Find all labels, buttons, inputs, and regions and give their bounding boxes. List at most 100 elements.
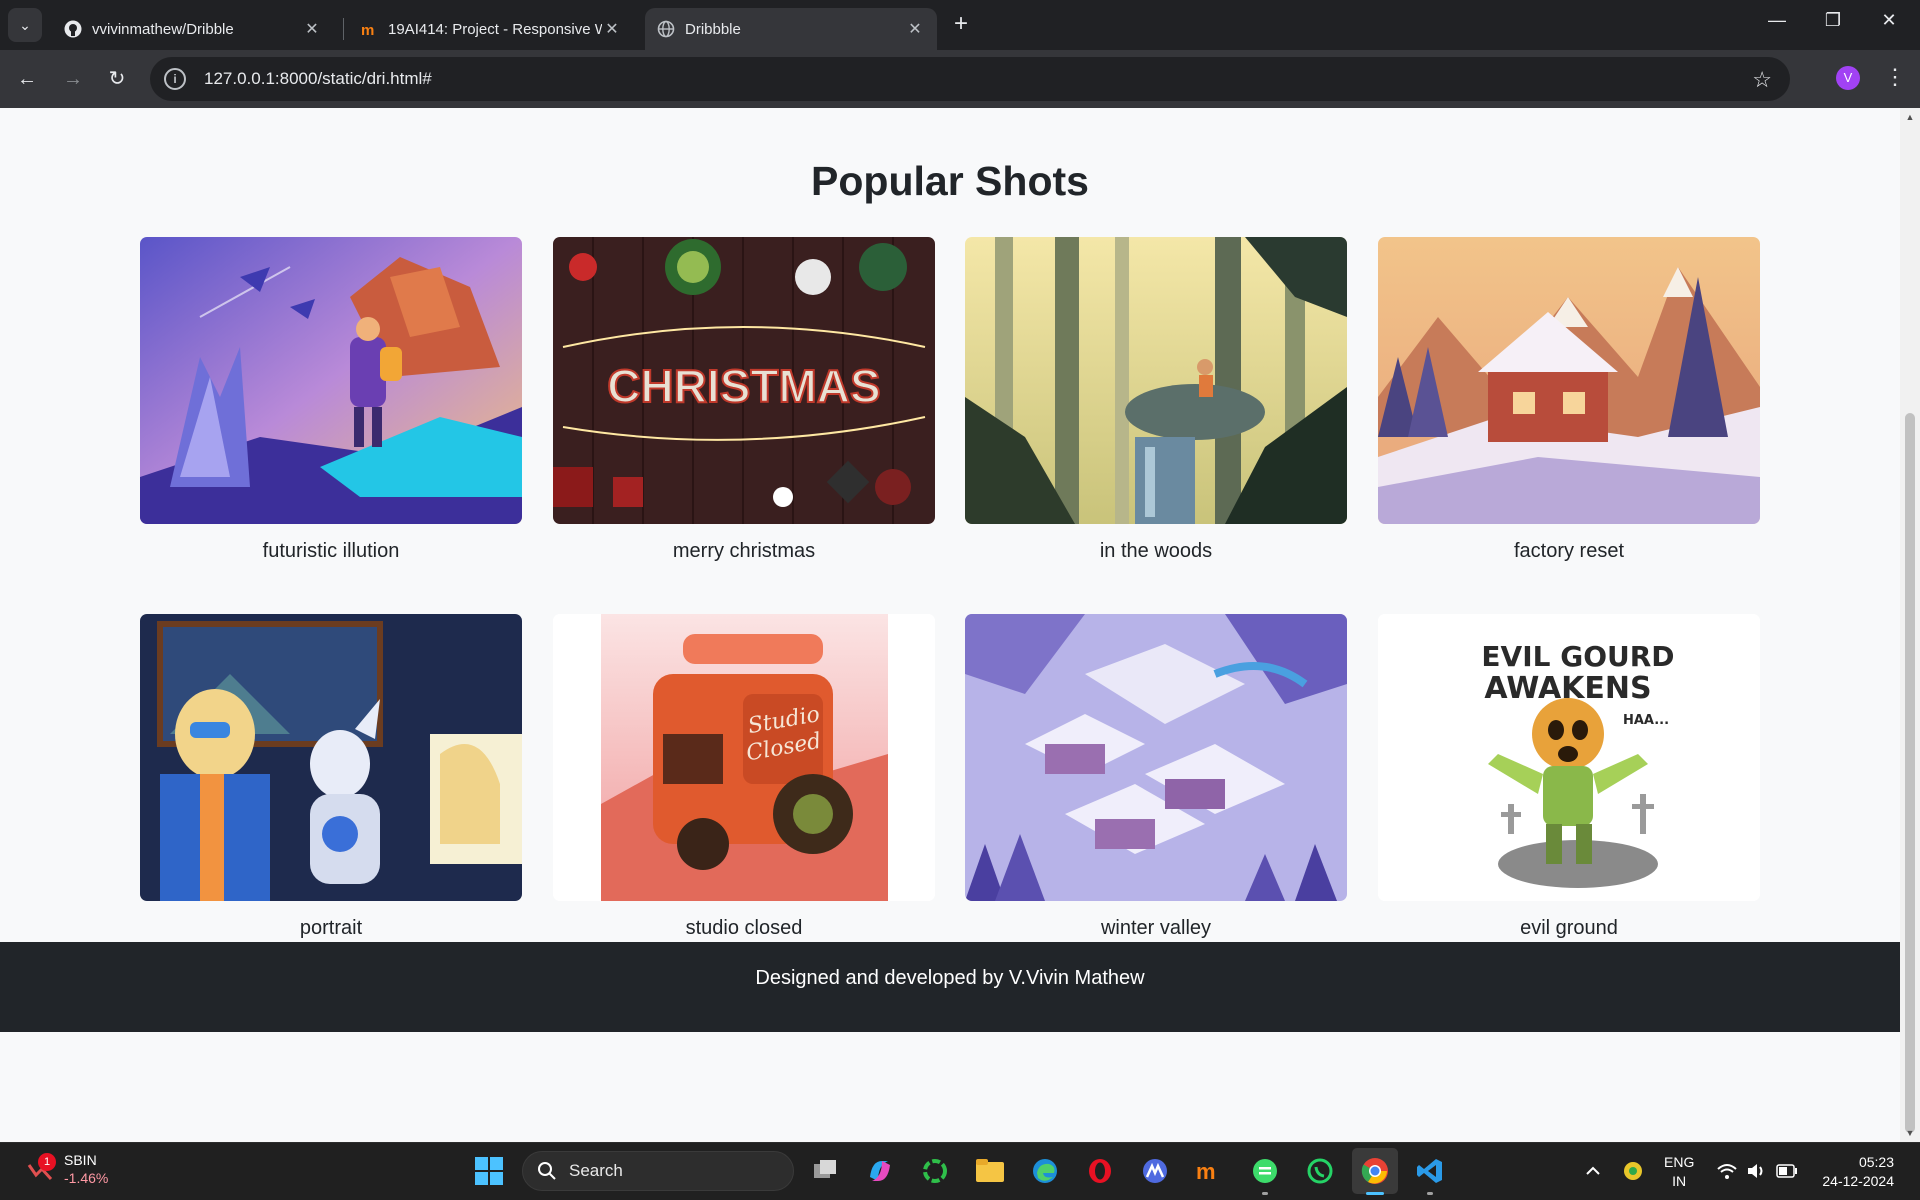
close-icon[interactable]: ✕ [602, 19, 622, 39]
shot-card[interactable]: CHRISTMAS merry christmas [553, 237, 935, 567]
svg-text:m: m [361, 22, 374, 38]
shot-caption[interactable]: factory reset [1378, 540, 1760, 563]
app-triangle-icon[interactable] [1138, 1154, 1172, 1188]
shot-image-futuristic[interactable] [140, 237, 522, 524]
restore-button[interactable]: ❐ [1818, 10, 1848, 31]
evil-title-line-3: HAA... [1623, 713, 1669, 728]
notification-badge: 1 [38, 1153, 56, 1171]
arrow-right-icon: → [63, 68, 83, 90]
moodle-icon: m [360, 20, 378, 39]
minimize-icon: — [1768, 10, 1786, 30]
stock-change: -1.46% [64, 1170, 109, 1186]
new-tab-button[interactable]: + [948, 12, 974, 38]
tab-github[interactable]: vvivinmathew/Dribble ✕ [52, 8, 334, 50]
shot-caption[interactable]: merry christmas [553, 540, 935, 563]
evil-title-line-1: EVIL GOURD [1481, 640, 1674, 673]
shot-card[interactable]: futuristic illution [140, 237, 522, 567]
shot-card[interactable]: Studio Closed studio closed [553, 614, 935, 944]
reload-icon: ↻ [108, 68, 126, 90]
footer-text: Designed and developed by V.Vivin Mathew [755, 967, 1145, 989]
scroll-down-icon[interactable]: ▼ [1904, 1128, 1916, 1138]
taskbar: 1 SBIN -1.46% Search m ENG IN 05:23 24-1… [0, 1142, 1920, 1200]
whatsapp-icon[interactable] [1303, 1154, 1337, 1188]
chat-app-icon[interactable] [1248, 1154, 1282, 1188]
file-explorer-icon[interactable] [973, 1154, 1007, 1188]
restore-icon: ❐ [1824, 10, 1842, 30]
language-indicator[interactable]: ENG IN [1664, 1153, 1694, 1191]
region-code: IN [1672, 1173, 1687, 1189]
browser-toolbar: ← → ↻ i 127.0.0.1:8000/static/dri.html# … [0, 50, 1920, 108]
tab-dribbble[interactable]: Dribbble ✕ [645, 8, 937, 50]
chrome-icon[interactable] [1352, 1148, 1398, 1194]
shot-card[interactable]: in the woods [965, 237, 1347, 567]
page-scrollbar[interactable]: ▲ ▼ [1900, 108, 1920, 1142]
edge-icon[interactable] [1028, 1154, 1062, 1188]
search-icon [538, 1162, 556, 1180]
system-clock[interactable]: 05:23 24-12-2024 [1812, 1153, 1894, 1191]
chevron-down-icon: ⌄ [19, 16, 31, 33]
plus-icon: + [953, 10, 968, 37]
copilot-icon[interactable] [863, 1154, 897, 1188]
tab-title: Dribbble [685, 20, 741, 38]
shot-card[interactable]: winter valley [965, 614, 1347, 944]
shot-image-evil-ground[interactable]: EVIL GOURD AWAKENS HAA... [1378, 614, 1760, 901]
github-icon [64, 20, 82, 38]
shot-caption[interactable]: winter valley [965, 917, 1347, 940]
moodle-app-icon[interactable]: m [1193, 1154, 1227, 1188]
shot-caption[interactable]: evil ground [1378, 917, 1760, 940]
close-icon[interactable]: ✕ [905, 19, 925, 39]
forward-button[interactable]: → [60, 66, 86, 92]
start-button[interactable] [472, 1154, 506, 1188]
shot-image-woods[interactable] [965, 237, 1347, 524]
close-window-button[interactable]: ✕ [1874, 10, 1904, 31]
url-text[interactable]: 127.0.0.1:8000/static/dri.html# [204, 69, 432, 89]
shot-caption[interactable]: portrait [140, 917, 522, 940]
tray-app-icon[interactable] [1616, 1154, 1650, 1188]
app-ring-icon[interactable] [918, 1154, 952, 1188]
running-indicator [1427, 1192, 1433, 1195]
address-bar[interactable]: i 127.0.0.1:8000/static/dri.html# ☆ [150, 57, 1790, 101]
tab-title: vvivinmathew/Dribble [92, 20, 234, 38]
shot-card[interactable]: factory reset [1378, 237, 1760, 567]
reload-button[interactable]: ↻ [104, 66, 130, 92]
shot-caption[interactable]: futuristic illution [140, 540, 522, 563]
battery-icon[interactable] [1770, 1154, 1804, 1188]
minimize-button[interactable]: — [1762, 10, 1792, 31]
shot-image-factory-reset[interactable] [1378, 237, 1760, 524]
page-title: Popular Shots [811, 158, 1089, 204]
close-icon[interactable]: ✕ [302, 19, 322, 39]
wifi-icon[interactable] [1710, 1154, 1744, 1188]
close-icon: ✕ [1881, 10, 1897, 30]
shot-card[interactable]: EVIL GOURD AWAKENS HAA... evil ground [1378, 614, 1760, 944]
vscode-icon[interactable] [1413, 1154, 1447, 1188]
stock-name: SBIN [64, 1152, 97, 1168]
volume-icon[interactable] [1740, 1154, 1774, 1188]
task-view-icon[interactable] [808, 1154, 842, 1188]
opera-icon[interactable] [1083, 1154, 1117, 1188]
tab-title: 19AI414: Project - Responsive W [388, 20, 602, 38]
info-icon[interactable]: i [164, 68, 186, 90]
shot-caption[interactable]: studio closed [553, 917, 935, 940]
shot-image-studio-closed[interactable]: Studio Closed [553, 614, 935, 901]
clock-time: 05:23 [1858, 1154, 1894, 1170]
bookmark-star-icon[interactable]: ☆ [1752, 67, 1772, 93]
active-indicator [1366, 1192, 1384, 1195]
tab-moodle[interactable]: m 19AI414: Project - Responsive W ✕ [348, 8, 634, 50]
profile-avatar[interactable]: V [1836, 66, 1860, 90]
back-button[interactable]: ← [14, 66, 40, 92]
taskbar-search[interactable]: Search [522, 1151, 794, 1191]
shot-image-winter-valley[interactable] [965, 614, 1347, 901]
tab-search-button[interactable]: ⌄ [8, 8, 42, 42]
shot-image-portrait[interactable] [140, 614, 522, 901]
scroll-thumb[interactable] [1905, 413, 1915, 1133]
menu-icon[interactable]: ⋮ [1884, 64, 1906, 90]
shot-caption[interactable]: in the woods [965, 540, 1347, 563]
shot-image-christmas[interactable]: CHRISTMAS [553, 237, 935, 524]
shot-card[interactable]: portrait [140, 614, 522, 944]
running-indicator [1262, 1192, 1268, 1195]
browser-tab-bar: ⌄ vvivinmathew/Dribble ✕ m 19AI414: Proj… [0, 0, 1920, 50]
windows-icon [475, 1157, 503, 1185]
scroll-up-icon[interactable]: ▲ [1904, 112, 1916, 122]
chevron-up-icon[interactable] [1576, 1154, 1610, 1188]
stock-widget[interactable]: 1 SBIN -1.46% [26, 1151, 108, 1187]
